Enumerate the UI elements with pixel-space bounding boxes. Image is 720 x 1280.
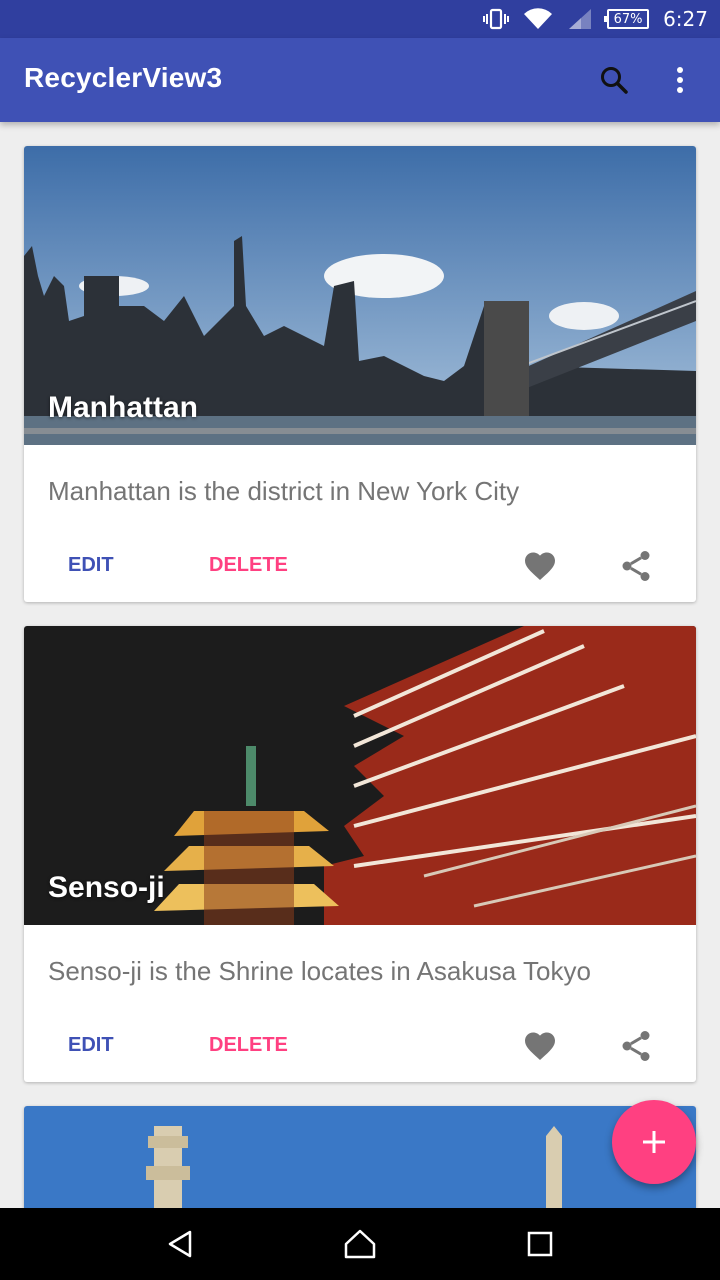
card-manhattan[interactable]: Manhattan Manhattan is the district in N… bbox=[24, 146, 696, 602]
vibrate-icon bbox=[483, 8, 510, 30]
signal-icon bbox=[569, 9, 592, 29]
recents-icon[interactable] bbox=[522, 1226, 558, 1262]
delete-button[interactable]: DELETE bbox=[209, 1034, 288, 1057]
card-description: Manhattan is the district in New York Ci… bbox=[48, 476, 520, 506]
share-icon[interactable] bbox=[618, 548, 654, 584]
card-image-sensoji: Senso-ji bbox=[24, 626, 696, 925]
status-bar: 67% 6:27 bbox=[0, 0, 720, 38]
edit-button[interactable]: EDIT bbox=[68, 1034, 114, 1057]
card-actions: EDIT DELETE bbox=[24, 544, 696, 592]
app-title: RecyclerView3 bbox=[24, 62, 223, 93]
share-icon[interactable] bbox=[618, 1028, 654, 1064]
navigation-bar bbox=[0, 1208, 720, 1280]
card-description: Senso-ji is the Shrine locates in Asakus… bbox=[48, 956, 591, 986]
more-vert-icon bbox=[677, 67, 683, 93]
add-fab-button[interactable] bbox=[612, 1100, 696, 1184]
card-title: Senso-ji bbox=[48, 871, 165, 904]
card-list[interactable]: Manhattan Manhattan is the district in N… bbox=[24, 146, 696, 1240]
add-icon bbox=[643, 1131, 665, 1153]
card-mosque[interactable] bbox=[24, 1106, 696, 1216]
status-time: 6:27 bbox=[663, 7, 708, 31]
card-sensoji[interactable]: Senso-ji Senso-ji is the Shrine locates … bbox=[24, 626, 696, 1082]
battery-indicator: 67% bbox=[604, 9, 650, 29]
home-icon[interactable] bbox=[342, 1226, 378, 1262]
edit-button[interactable]: EDIT bbox=[68, 554, 114, 577]
card-image-manhattan: Manhattan bbox=[24, 146, 696, 445]
card-image-mosque bbox=[24, 1106, 696, 1216]
favorite-icon[interactable] bbox=[522, 548, 558, 584]
back-icon[interactable] bbox=[162, 1226, 198, 1262]
card-actions: EDIT DELETE bbox=[24, 1024, 696, 1072]
delete-button[interactable]: DELETE bbox=[209, 554, 288, 577]
more-options-button[interactable] bbox=[660, 60, 700, 100]
card-title: Manhattan bbox=[48, 391, 198, 424]
app-bar: RecyclerView3 bbox=[0, 38, 720, 122]
search-icon bbox=[601, 67, 628, 94]
search-button[interactable] bbox=[594, 60, 634, 100]
favorite-icon[interactable] bbox=[522, 1028, 558, 1064]
wifi-icon bbox=[524, 8, 553, 29]
